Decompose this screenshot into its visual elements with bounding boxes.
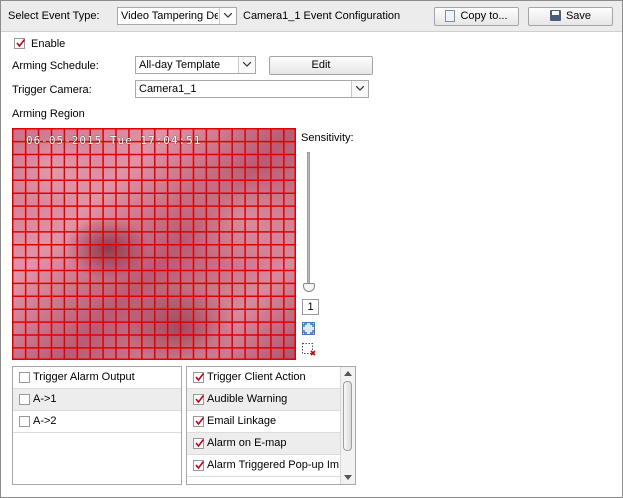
vertical-scrollbar[interactable] — [340, 367, 355, 484]
sensitivity-label: Sensitivity: — [301, 132, 354, 144]
sensitivity-slider-track[interactable] — [307, 152, 310, 292]
scrollbar-thumb[interactable] — [343, 381, 352, 451]
arming-region-label: Arming Region — [12, 108, 85, 120]
list-item-label: Email Linkage — [207, 415, 277, 427]
output-a1-checkbox[interactable] — [19, 394, 30, 405]
event-type-value: Video Tampering Det... — [121, 10, 218, 22]
list-item-label: A->1 — [33, 393, 57, 405]
event-type-label: Select Event Type: — [8, 10, 100, 22]
enable-checkbox[interactable] — [14, 38, 26, 49]
alarm-popup-image-checkbox[interactable] — [193, 460, 205, 471]
audible-warning-checkbox[interactable] — [193, 394, 205, 405]
scroll-up-icon[interactable] — [344, 371, 352, 376]
arming-region-grid[interactable] — [12, 128, 296, 360]
event-type-select[interactable]: Video Tampering Det... — [117, 7, 237, 25]
list-item[interactable]: Alarm Triggered Pop-up Im... — [187, 455, 355, 477]
edit-label: Edit — [311, 59, 331, 71]
config-title: Camera1_1 Event Configuration — [243, 10, 401, 22]
trigger-camera-select[interactable]: Camera1_1 — [135, 80, 369, 98]
list-item-label: Trigger Alarm Output — [33, 371, 135, 383]
output-a2-checkbox[interactable] — [19, 416, 30, 427]
list-item[interactable]: Alarm on E-map — [187, 433, 355, 455]
chevron-down-icon[interactable] — [238, 57, 255, 73]
edit-button[interactable]: Edit — [269, 56, 373, 75]
trigger-camera-label: Trigger Camera: — [12, 84, 92, 96]
list-item-label: Audible Warning — [207, 393, 288, 405]
list-item[interactable]: Trigger Alarm Output — [13, 367, 181, 389]
linkage-action-panel: Trigger Client Action Audible Warning Em… — [186, 366, 356, 485]
trigger-alarm-output-checkbox[interactable] — [19, 372, 30, 383]
save-icon — [549, 10, 561, 21]
list-item[interactable]: A->2 — [13, 411, 181, 433]
arming-schedule-value: All-day Template — [139, 59, 221, 71]
trigger-camera-value: Camera1_1 — [139, 83, 197, 95]
sensitivity-value-field[interactable]: 1 — [302, 299, 319, 315]
arming-schedule-select[interactable]: All-day Template — [135, 56, 256, 74]
list-item-label: Alarm Triggered Pop-up Im... — [207, 459, 349, 471]
save-label: Save — [565, 10, 592, 22]
alarm-on-emap-checkbox[interactable] — [193, 438, 205, 449]
enable-label: Enable — [31, 38, 66, 50]
copy-to-button[interactable]: Copy to... — [434, 7, 519, 26]
chevron-down-icon[interactable] — [351, 81, 368, 97]
email-linkage-checkbox[interactable] — [193, 416, 205, 427]
list-item[interactable]: A->1 — [13, 389, 181, 411]
clear-region-icon[interactable] — [302, 343, 317, 356]
draw-full-region-icon[interactable] — [302, 322, 315, 335]
list-item[interactable]: Trigger Client Action — [187, 367, 355, 389]
list-item-label: Alarm on E-map — [207, 437, 287, 449]
list-item[interactable]: Audible Warning — [187, 389, 355, 411]
video-osd-timestamp: 06-05-2015 Tue 17:04:51 — [26, 134, 202, 147]
arming-region-video[interactable]: 06-05-2015 Tue 17:04:51 — [12, 128, 296, 360]
copy-to-label: Copy to... — [460, 10, 508, 22]
arming-schedule-label: Arming Schedule: — [12, 60, 99, 72]
scroll-down-icon[interactable] — [344, 475, 352, 480]
save-button[interactable]: Save — [528, 7, 613, 26]
chevron-down-icon[interactable] — [219, 8, 236, 24]
list-item-label: A->2 — [33, 415, 57, 427]
list-item-label: Trigger Client Action — [207, 371, 306, 383]
list-item[interactable]: Email Linkage — [187, 411, 355, 433]
copy-icon — [445, 10, 456, 22]
alarm-output-panel: Trigger Alarm Output A->1 A->2 — [12, 366, 182, 485]
trigger-client-action-checkbox[interactable] — [193, 372, 205, 383]
